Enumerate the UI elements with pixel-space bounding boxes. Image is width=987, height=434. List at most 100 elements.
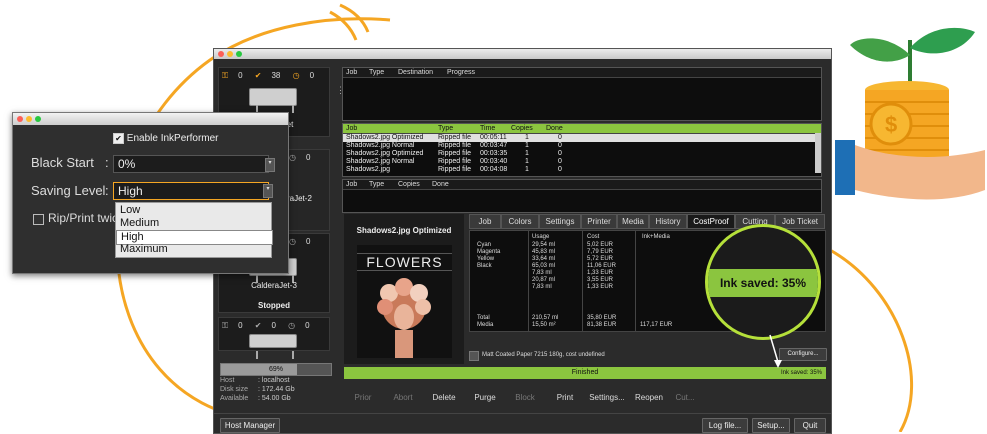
host-value: localhost (261, 377, 290, 384)
block-button[interactable]: Block (506, 391, 544, 405)
configure-button[interactable]: Configure... (779, 348, 827, 361)
cell: Ripped file (438, 166, 472, 173)
cut-button[interactable]: Cut... (670, 391, 700, 405)
tab-costproof[interactable]: CostProof (687, 214, 735, 229)
job-preview-image: FLOWERS (357, 245, 452, 358)
column-header[interactable]: Job (346, 124, 357, 133)
prior-button[interactable]: Prior (344, 391, 382, 405)
minimize-icon[interactable] (227, 51, 233, 57)
colon-separator: : (105, 183, 109, 198)
job-status-bar: Finished Ink saved: 35% (344, 367, 826, 379)
column-header[interactable]: Destination (398, 68, 433, 77)
option-maximum[interactable]: Maximum (116, 243, 271, 256)
close-icon[interactable] (218, 51, 224, 57)
tab-colors[interactable]: Colors (501, 214, 539, 229)
count-value: 38 (271, 71, 281, 80)
delete-button[interactable]: Delete (424, 391, 464, 405)
rip-queue-pane[interactable]: Job Type Destination Progress (342, 67, 822, 121)
cell: Ripped file (438, 158, 472, 165)
column-header[interactable]: Type (438, 124, 453, 133)
cell: Shadows2.jpg (346, 166, 390, 173)
host-row: Host: localhost (220, 377, 290, 384)
table-row[interactable]: Shadows2.jpg Normal Ripped file 00:03:47 1 0 (343, 142, 821, 150)
cell: 00:04:08 (480, 166, 508, 173)
printed-queue-header: Job Type Copies Done (343, 180, 821, 190)
table-row[interactable]: Shadows2.jpg Optimized Ripped file 00:03:3… (343, 150, 821, 158)
table-row[interactable]: Shadows2.jpg Normal Ripped file 00:03:40 1 0 (343, 158, 821, 166)
scrollbar[interactable] (815, 133, 821, 173)
printer-name: CalderaJet-3 (251, 281, 297, 290)
settings-button[interactable]: Settings... (586, 391, 628, 405)
saving-level-select[interactable]: High (113, 182, 269, 200)
purge-button[interactable]: Purge (466, 391, 504, 405)
splitter-handle-icon[interactable]: ⋮ (336, 85, 345, 96)
count-value: 0 (305, 237, 311, 246)
cell: 1 (525, 134, 529, 141)
count-value: 0 (238, 71, 243, 80)
column-header[interactable]: Done (432, 180, 449, 189)
tab-settings[interactable]: Settings (539, 214, 581, 229)
cell: 0 (558, 134, 562, 141)
enable-inkperformer-row[interactable]: ✔ Enable InkPerformer (113, 133, 219, 144)
black-start-field[interactable]: 0% (113, 155, 269, 173)
tab-media[interactable]: Media (617, 214, 649, 229)
ink-cost: 1,33 EUR (587, 284, 614, 290)
paper-checkbox[interactable] (469, 351, 479, 361)
ink-cost: 5,02 EUR (587, 242, 614, 248)
column-header[interactable]: Job (346, 180, 357, 189)
clock-icon: ◷ (292, 71, 300, 80)
tab-history[interactable]: History (649, 214, 687, 229)
media-usage: 15,50 m² (532, 322, 556, 328)
colon-separator: : (105, 155, 109, 170)
print-button[interactable]: Print (546, 391, 584, 405)
column-header[interactable]: Time (480, 124, 495, 133)
column-header[interactable]: Copies (511, 124, 533, 133)
table-row[interactable]: Shadows2.jpg Ripped file 00:04:08 1 0 (343, 166, 821, 174)
close-icon[interactable] (17, 116, 23, 122)
column-header[interactable]: Type (369, 68, 384, 77)
count-value: 0 (238, 321, 243, 330)
table-row[interactable]: Shadows2.jpg Optimized Ripped file 00:05:1… (343, 134, 821, 142)
key-icon: ⚿ (222, 71, 229, 80)
printer-icon (249, 334, 297, 359)
option-low[interactable]: Low (116, 204, 271, 217)
stepper-icon[interactable]: ▾ (265, 158, 275, 172)
column-header[interactable]: Done (546, 124, 563, 133)
total-cost: 35,80 EUR (587, 315, 617, 321)
ink-usage: 45,83 ml (532, 249, 556, 255)
option-medium[interactable]: Medium (116, 217, 271, 230)
inkperformer-window: ✔ Enable InkPerformer Black Start : 0% ▾… (12, 112, 289, 274)
column-header[interactable]: Progress (447, 68, 475, 77)
cell: 0 (558, 150, 562, 157)
column-header[interactable]: Type (369, 180, 384, 189)
checkbox-checked-icon[interactable]: ✔ (113, 133, 124, 144)
total-usage: 210,57 ml (532, 315, 559, 321)
log-file-button[interactable]: Log file... (702, 418, 748, 433)
status-text: Finished (571, 369, 599, 376)
rip-print-checkbox[interactable] (33, 214, 44, 225)
minimize-icon[interactable] (26, 116, 32, 122)
tab-printer[interactable]: Printer (581, 214, 617, 229)
cell: Shadows2.jpg Optimized (346, 150, 424, 157)
host-manager-button[interactable]: Host Manager (220, 418, 280, 433)
maximize-icon[interactable] (236, 51, 242, 57)
printed-queue-pane[interactable]: Job Type Copies Done (342, 179, 822, 213)
reopen-button[interactable]: Reopen (630, 391, 668, 405)
chevron-down-icon[interactable]: ▾ (263, 184, 273, 198)
setup-button[interactable]: Setup... (752, 418, 790, 433)
cell: 1 (525, 166, 529, 173)
orange-tick (329, 10, 358, 41)
orange-arc-right (829, 248, 914, 432)
maximize-icon[interactable] (35, 116, 41, 122)
check-icon: ✔ (254, 71, 262, 80)
quit-button[interactable]: Quit (794, 418, 826, 433)
abort-button[interactable]: Abort (384, 391, 422, 405)
column-header[interactable]: Copies (398, 180, 420, 189)
printer-card[interactable]: ⚿ 0 ✔ 0 ◷ 0 (218, 317, 330, 359)
tab-job[interactable]: Job (469, 214, 501, 229)
print-queue-pane[interactable]: Job Type Time Copies Done Shadows2.jpg O… (342, 123, 822, 177)
cell: 00:03:40 (480, 158, 508, 165)
column-header[interactable]: Job (346, 68, 357, 77)
window-titlebar (214, 49, 831, 59)
count-value: 0 (271, 321, 276, 330)
